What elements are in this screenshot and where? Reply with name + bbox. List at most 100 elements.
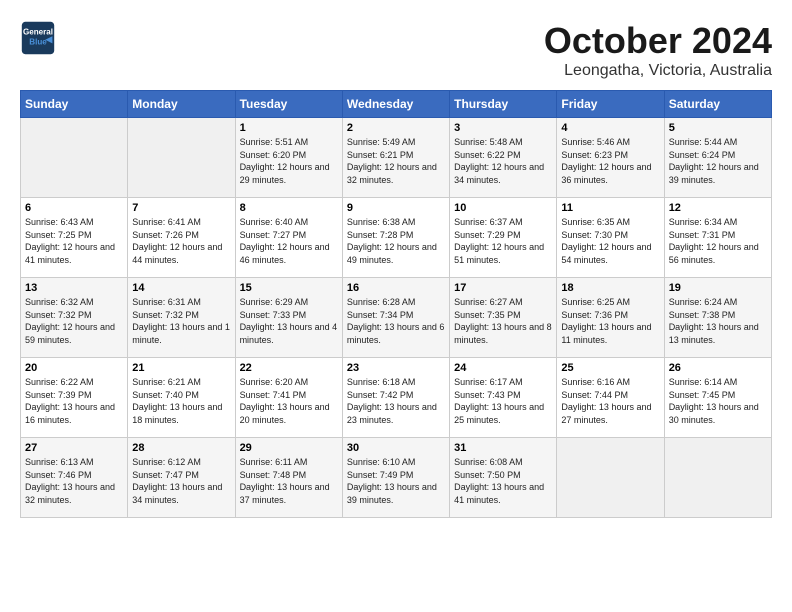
day-header-wednesday: Wednesday <box>342 91 449 118</box>
day-info: Sunrise: 6:28 AM Sunset: 7:34 PM Dayligh… <box>347 296 445 346</box>
calendar-cell <box>21 118 128 198</box>
day-number: 3 <box>454 122 552 134</box>
day-number: 11 <box>561 202 659 214</box>
logo-icon: General Blue <box>20 20 56 56</box>
day-info: Sunrise: 6:11 AM Sunset: 7:48 PM Dayligh… <box>240 456 338 506</box>
calendar-cell: 9 Sunrise: 6:38 AM Sunset: 7:28 PM Daylig… <box>342 198 449 278</box>
calendar-cell: 30 Sunrise: 6:10 AM Sunset: 7:49 PM Dayli… <box>342 438 449 518</box>
day-info: Sunrise: 6:43 AM Sunset: 7:25 PM Dayligh… <box>25 216 123 266</box>
day-info: Sunrise: 6:38 AM Sunset: 7:28 PM Dayligh… <box>347 216 445 266</box>
day-number: 10 <box>454 202 552 214</box>
day-info: Sunrise: 6:41 AM Sunset: 7:26 PM Dayligh… <box>132 216 230 266</box>
day-number: 8 <box>240 202 338 214</box>
day-number: 26 <box>669 362 767 374</box>
calendar-cell: 3 Sunrise: 5:48 AM Sunset: 6:22 PM Daylig… <box>450 118 557 198</box>
calendar-cell: 8 Sunrise: 6:40 AM Sunset: 7:27 PM Daylig… <box>235 198 342 278</box>
day-number: 17 <box>454 282 552 294</box>
day-info: Sunrise: 5:49 AM Sunset: 6:21 PM Dayligh… <box>347 136 445 186</box>
day-info: Sunrise: 5:46 AM Sunset: 6:23 PM Dayligh… <box>561 136 659 186</box>
calendar-cell: 1 Sunrise: 5:51 AM Sunset: 6:20 PM Daylig… <box>235 118 342 198</box>
day-number: 15 <box>240 282 338 294</box>
calendar-cell: 11 Sunrise: 6:35 AM Sunset: 7:30 PM Dayli… <box>557 198 664 278</box>
day-info: Sunrise: 6:13 AM Sunset: 7:46 PM Dayligh… <box>25 456 123 506</box>
day-info: Sunrise: 6:29 AM Sunset: 7:33 PM Dayligh… <box>240 296 338 346</box>
day-number: 25 <box>561 362 659 374</box>
day-number: 5 <box>669 122 767 134</box>
day-info: Sunrise: 6:34 AM Sunset: 7:31 PM Dayligh… <box>669 216 767 266</box>
day-header-friday: Friday <box>557 91 664 118</box>
day-number: 27 <box>25 442 123 454</box>
day-number: 13 <box>25 282 123 294</box>
day-header-thursday: Thursday <box>450 91 557 118</box>
calendar-cell: 14Sunrise: 6:31 AM Sunset: 7:32 PM Dayli… <box>128 278 235 358</box>
day-info: Sunrise: 5:44 AM Sunset: 6:24 PM Dayligh… <box>669 136 767 186</box>
day-number: 16 <box>347 282 445 294</box>
calendar-cell: 22 Sunrise: 6:20 AM Sunset: 7:41 PM Dayli… <box>235 358 342 438</box>
calendar-cell: 25 Sunrise: 6:16 AM Sunset: 7:44 PM Dayli… <box>557 358 664 438</box>
month-title: October 2024 <box>544 20 772 62</box>
calendar-cell: 31Sunrise: 6:08 AM Sunset: 7:50 PM Dayli… <box>450 438 557 518</box>
day-number: 14 <box>132 282 230 294</box>
day-info: Sunrise: 6:20 AM Sunset: 7:41 PM Dayligh… <box>240 376 338 426</box>
calendar-cell: 24 Sunrise: 6:17 AM Sunset: 7:43 PM Dayli… <box>450 358 557 438</box>
day-number: 19 <box>669 282 767 294</box>
day-info: Sunrise: 6:17 AM Sunset: 7:43 PM Dayligh… <box>454 376 552 426</box>
calendar-cell: 29Sunrise: 6:11 AM Sunset: 7:48 PM Dayli… <box>235 438 342 518</box>
calendar-cell: 20 Sunrise: 6:22 AM Sunset: 7:39 PM Dayli… <box>21 358 128 438</box>
day-number: 1 <box>240 122 338 134</box>
calendar-cell: 10Sunrise: 6:37 AM Sunset: 7:29 PM Dayli… <box>450 198 557 278</box>
calendar-cell: 16 Sunrise: 6:28 AM Sunset: 7:34 PM Dayli… <box>342 278 449 358</box>
calendar-cell: 6 Sunrise: 6:43 AM Sunset: 7:25 PM Daylig… <box>21 198 128 278</box>
calendar-cell <box>557 438 664 518</box>
day-info: Sunrise: 5:51 AM Sunset: 6:20 PM Dayligh… <box>240 136 338 186</box>
day-number: 2 <box>347 122 445 134</box>
day-info: Sunrise: 6:40 AM Sunset: 7:27 PM Dayligh… <box>240 216 338 266</box>
day-info: Sunrise: 6:18 AM Sunset: 7:42 PM Dayligh… <box>347 376 445 426</box>
svg-text:General: General <box>23 27 53 36</box>
title-block: October 2024 Leongatha, Victoria, Austra… <box>544 20 772 80</box>
day-number: 9 <box>347 202 445 214</box>
day-info: Sunrise: 5:48 AM Sunset: 6:22 PM Dayligh… <box>454 136 552 186</box>
day-header-sunday: Sunday <box>21 91 128 118</box>
day-info: Sunrise: 6:10 AM Sunset: 7:49 PM Dayligh… <box>347 456 445 506</box>
day-number: 4 <box>561 122 659 134</box>
calendar-cell: 21 Sunrise: 6:21 AM Sunset: 7:40 PM Dayli… <box>128 358 235 438</box>
day-number: 24 <box>454 362 552 374</box>
day-header-tuesday: Tuesday <box>235 91 342 118</box>
calendar-cell: 27 Sunrise: 6:13 AM Sunset: 7:46 PM Dayli… <box>21 438 128 518</box>
day-number: 23 <box>347 362 445 374</box>
day-number: 12 <box>669 202 767 214</box>
calendar-cell <box>128 118 235 198</box>
svg-text:Blue: Blue <box>29 37 47 46</box>
day-info: Sunrise: 6:22 AM Sunset: 7:39 PM Dayligh… <box>25 376 123 426</box>
calendar-cell: 13 Sunrise: 6:32 AM Sunset: 7:32 PM Dayli… <box>21 278 128 358</box>
page-header: General Blue October 2024 Leongatha, Vic… <box>20 20 772 80</box>
calendar-cell: 7 Sunrise: 6:41 AM Sunset: 7:26 PM Daylig… <box>128 198 235 278</box>
day-number: 30 <box>347 442 445 454</box>
day-number: 20 <box>25 362 123 374</box>
calendar-cell: 19 Sunrise: 6:24 AM Sunset: 7:38 PM Dayli… <box>664 278 771 358</box>
day-number: 21 <box>132 362 230 374</box>
location-subtitle: Leongatha, Victoria, Australia <box>544 62 772 80</box>
day-info: Sunrise: 6:24 AM Sunset: 7:38 PM Dayligh… <box>669 296 767 346</box>
day-info: Sunrise: 6:14 AM Sunset: 7:45 PM Dayligh… <box>669 376 767 426</box>
day-number: 28 <box>132 442 230 454</box>
day-info: Sunrise: 6:25 AM Sunset: 7:36 PM Dayligh… <box>561 296 659 346</box>
day-number: 22 <box>240 362 338 374</box>
day-info: Sunrise: 6:32 AM Sunset: 7:32 PM Dayligh… <box>25 296 123 346</box>
day-info: Sunrise: 6:12 AM Sunset: 7:47 PM Dayligh… <box>132 456 230 506</box>
day-info: Sunrise: 6:21 AM Sunset: 7:40 PM Dayligh… <box>132 376 230 426</box>
calendar-cell: 4 Sunrise: 5:46 AM Sunset: 6:23 PM Daylig… <box>557 118 664 198</box>
logo: General Blue <box>20 20 56 56</box>
calendar-cell: 18Sunrise: 6:25 AM Sunset: 7:36 PM Dayli… <box>557 278 664 358</box>
calendar-cell: 23 Sunrise: 6:18 AM Sunset: 7:42 PM Dayli… <box>342 358 449 438</box>
calendar-cell: 2 Sunrise: 5:49 AM Sunset: 6:21 PM Daylig… <box>342 118 449 198</box>
day-number: 7 <box>132 202 230 214</box>
day-header-monday: Monday <box>128 91 235 118</box>
day-info: Sunrise: 6:35 AM Sunset: 7:30 PM Dayligh… <box>561 216 659 266</box>
calendar-cell: 28 Sunrise: 6:12 AM Sunset: 7:47 PM Dayli… <box>128 438 235 518</box>
day-info: Sunrise: 6:16 AM Sunset: 7:44 PM Dayligh… <box>561 376 659 426</box>
calendar-cell: 17Sunrise: 6:27 AM Sunset: 7:35 PM Dayli… <box>450 278 557 358</box>
calendar-cell: 15 Sunrise: 6:29 AM Sunset: 7:33 PM Dayli… <box>235 278 342 358</box>
day-number: 6 <box>25 202 123 214</box>
